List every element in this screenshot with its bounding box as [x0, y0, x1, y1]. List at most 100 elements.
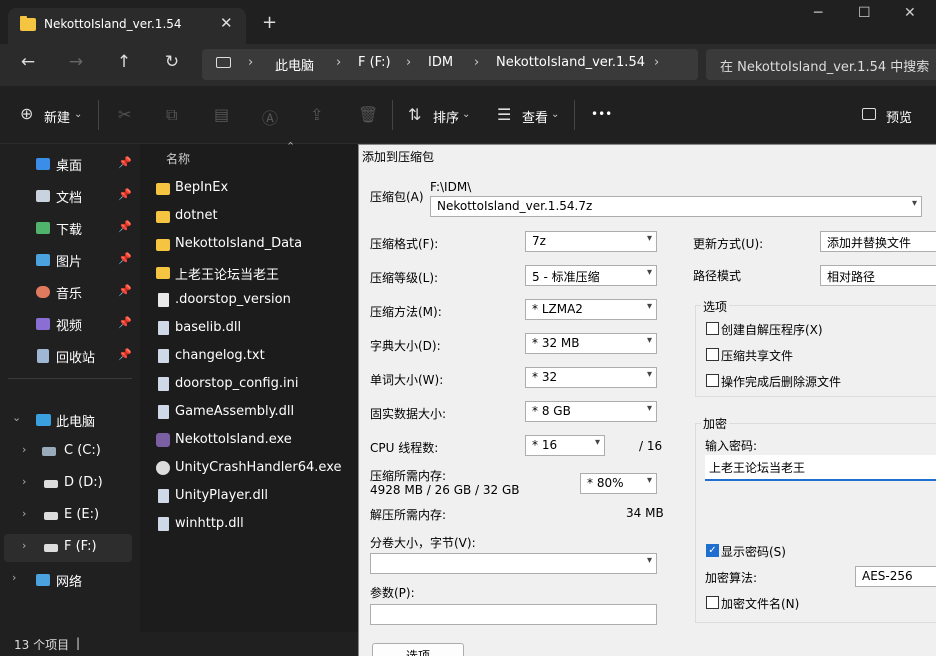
archive-name-combo[interactable]: NekottoIsland_ver.1.54.7z ▾: [430, 196, 922, 217]
computer-icon: [36, 414, 51, 426]
dictionary-value: * 32 MB: [532, 336, 580, 350]
cut-icon[interactable]: ✂: [118, 105, 131, 124]
sidebar-item-this-pc[interactable]: ⌄ 此电脑: [0, 406, 140, 434]
refresh-button[interactable]: ↻: [160, 52, 184, 72]
download-icon: [36, 222, 50, 234]
breadcrumb-expand[interactable]: ›: [654, 55, 659, 70]
address-bar[interactable]: › 此电脑 › F (F:) › IDM › NekottoIsland_ver…: [202, 49, 698, 80]
list-item[interactable]: changelog.txt: [156, 342, 356, 370]
delete-icon[interactable]: 🗑: [358, 105, 378, 124]
chevron-down-icon: ▾: [646, 475, 652, 486]
dictionary-select[interactable]: * 32 MB ▾: [525, 333, 657, 354]
paste-icon[interactable]: ▤: [214, 105, 229, 124]
parameters-input[interactable]: [370, 604, 657, 625]
breadcrumb-drive-f[interactable]: F (F:): [358, 55, 391, 70]
rename-icon[interactable]: Ⓐ: [262, 105, 278, 129]
show-password-label: 显示密码(S): [721, 545, 786, 559]
list-item[interactable]: 上老王论坛当老王: [156, 258, 356, 286]
folder-icon: [156, 183, 170, 195]
word-size-label: 单词大小(W):: [370, 373, 444, 387]
back-button[interactable]: ←: [16, 52, 40, 72]
column-header-name[interactable]: 名称: [166, 150, 190, 167]
tab-active[interactable]: NekottoIsland_ver.1.54 ✕: [8, 8, 246, 44]
list-item[interactable]: NekottoIsland_Data: [156, 230, 356, 258]
file-name: 上老王论坛当老王: [175, 268, 280, 283]
memory-usage-select[interactable]: * 80% ▾: [580, 473, 657, 494]
breadcrumb-this-pc[interactable]: 此电脑: [275, 55, 314, 74]
method-select[interactable]: * LZMA2 ▾: [525, 299, 657, 320]
view-button[interactable]: 查看: [522, 107, 548, 126]
list-item[interactable]: .doorstop_version: [156, 286, 356, 314]
chevron-down-icon: ▾: [646, 301, 652, 312]
breadcrumb-idm[interactable]: IDM: [428, 55, 453, 70]
list-item[interactable]: BepInEx: [156, 174, 356, 202]
up-button[interactable]: ↑: [112, 52, 136, 72]
computer-icon: [216, 57, 231, 68]
new-tab-button[interactable]: +: [262, 12, 277, 33]
decompress-memory-value: 34 MB: [626, 506, 664, 520]
options-group-title: 选项: [701, 298, 730, 315]
format-label: 压缩格式(F):: [370, 237, 439, 251]
sidebar-item-pictures[interactable]: 图片 📌: [0, 246, 140, 274]
options-button[interactable]: 选项: [372, 643, 464, 656]
shared-files-checkbox[interactable]: [706, 348, 719, 361]
path-mode-select[interactable]: 相对路径: [820, 265, 936, 286]
share-icon[interactable]: ⇪: [310, 105, 323, 124]
list-item[interactable]: doorstop_config.ini: [156, 370, 356, 398]
sidebar-item-label: 图片: [56, 255, 83, 270]
encrypt-filenames-checkbox[interactable]: [706, 596, 719, 609]
sidebar-item-drive-c[interactable]: › C (C:): [0, 438, 140, 466]
list-item[interactable]: GameAssembly.dll: [156, 398, 356, 426]
threads-select[interactable]: * 16 ▾: [525, 435, 605, 456]
sfx-checkbox[interactable]: [706, 322, 719, 335]
sidebar-item-network[interactable]: › 网络: [0, 566, 140, 594]
split-volume-combo[interactable]: ▾: [370, 553, 657, 574]
list-item[interactable]: UnityCrashHandler64.exe: [156, 454, 356, 482]
list-item[interactable]: baselib.dll: [156, 314, 356, 342]
format-select[interactable]: 7z ▾: [525, 231, 657, 252]
sidebar-item-documents[interactable]: 文档 📌: [0, 182, 140, 210]
sidebar-item-downloads[interactable]: 下载 📌: [0, 214, 140, 242]
file-name: winhttp.dll: [175, 516, 244, 531]
sidebar-item-label: E (E:): [64, 507, 100, 522]
encryption-method-select[interactable]: AES-256: [855, 566, 936, 587]
list-item[interactable]: UnityPlayer.dll: [156, 482, 356, 510]
solid-block-select[interactable]: * 8 GB ▾: [525, 401, 657, 422]
sort-button[interactable]: 排序: [433, 107, 459, 126]
delete-after-checkbox[interactable]: [706, 374, 719, 387]
sidebar-item-recycle-bin[interactable]: 回收站 📌: [0, 342, 140, 370]
new-button[interactable]: 新建: [44, 107, 70, 126]
maximize-button[interactable]: ☐: [858, 5, 871, 21]
preview-button[interactable]: 预览: [886, 107, 912, 126]
sidebar-divider: [8, 378, 132, 379]
copy-icon[interactable]: ⧉: [166, 105, 177, 125]
list-item[interactable]: dotnet: [156, 202, 356, 230]
app-icon: [156, 433, 170, 447]
threads-total: / 16: [639, 439, 663, 453]
chevron-down-icon: ▾: [646, 335, 652, 346]
forward-button[interactable]: →: [64, 52, 88, 72]
sidebar-item-music[interactable]: 音乐 📌: [0, 278, 140, 306]
sidebar-item-videos[interactable]: 视频 📌: [0, 310, 140, 338]
show-password-checkbox[interactable]: ✓: [706, 544, 719, 557]
new-icon: ⊕: [20, 104, 34, 123]
breadcrumb-current-folder[interactable]: NekottoIsland_ver.1.54: [496, 55, 645, 70]
more-options-button[interactable]: •••: [591, 107, 612, 121]
path-mode-label: 路径模式: [693, 269, 742, 283]
search-box[interactable]: 在 NekottoIsland_ver.1.54 中搜索: [706, 49, 936, 80]
sidebar-item-desktop[interactable]: 桌面 📌: [0, 150, 140, 178]
list-item[interactable]: winhttp.dll: [156, 510, 356, 538]
list-item[interactable]: NekottoIsland.exe: [156, 426, 356, 454]
update-mode-select[interactable]: 添加并替换文件: [820, 231, 936, 252]
minimize-button[interactable]: ─: [814, 5, 822, 21]
word-size-select[interactable]: * 32 ▾: [525, 367, 657, 388]
pin-icon: 📌: [118, 348, 132, 361]
sidebar-item-drive-e[interactable]: › E (E:): [0, 502, 140, 530]
chevron-down-icon: ▾: [911, 198, 917, 209]
password-input[interactable]: 上老王论坛当老王: [705, 455, 936, 481]
sidebar-item-drive-d[interactable]: › D (D:): [0, 470, 140, 498]
tab-close-button[interactable]: ✕: [220, 14, 233, 32]
close-window-button[interactable]: ✕: [904, 5, 916, 21]
sidebar-item-drive-f[interactable]: › F (F:): [4, 534, 132, 562]
level-select[interactable]: 5 - 标准压缩 ▾: [525, 265, 657, 286]
